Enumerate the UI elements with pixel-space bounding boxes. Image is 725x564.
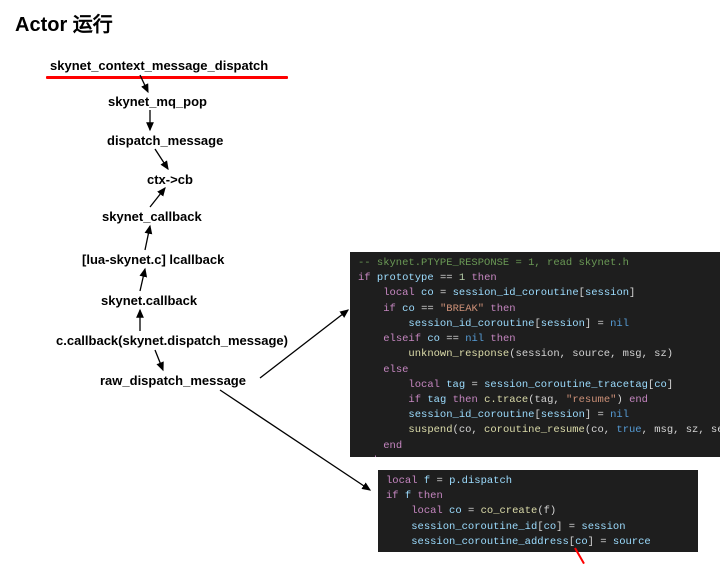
- str: "BREAK": [440, 303, 484, 315]
- fn: co_create: [481, 505, 538, 517]
- var: co: [575, 536, 588, 548]
- var: co: [427, 333, 440, 345]
- node-skynet-callback: skynet_callback: [102, 209, 202, 224]
- node-dispatch-msg: dispatch_message: [107, 133, 223, 148]
- true: true: [616, 424, 641, 436]
- kw-elseif: elseif: [383, 333, 421, 345]
- kw-if: if: [383, 303, 396, 315]
- var: co: [449, 505, 462, 517]
- op: =: [440, 287, 446, 299]
- kw-if: if: [408, 394, 421, 406]
- var: co: [544, 521, 557, 533]
- node-c-callback: c.callback(skynet.dispatch_message): [56, 333, 288, 348]
- op: =: [436, 475, 442, 487]
- num: 1: [459, 272, 465, 284]
- kw-then: then: [472, 272, 497, 284]
- node-mqpop: skynet_mq_pop: [108, 94, 207, 109]
- var: tag: [427, 394, 446, 406]
- kw-then: then: [453, 394, 478, 406]
- args: , msg, sz, ses: [642, 424, 720, 436]
- kw-local: local: [408, 379, 440, 391]
- nil: nil: [610, 318, 629, 330]
- var: session_coroutine_tracetag: [484, 379, 648, 391]
- args: (session, source, msg, sz): [509, 348, 673, 360]
- kw-then: then: [418, 490, 443, 502]
- op: =: [569, 521, 575, 533]
- op: =: [471, 379, 477, 391]
- op: =: [468, 505, 474, 517]
- args: (f): [537, 505, 556, 517]
- var: source: [613, 536, 651, 548]
- var: p.dispatch: [449, 475, 512, 487]
- kw-else: else: [383, 364, 408, 376]
- kw-if: if: [386, 490, 399, 502]
- var: session_coroutine_id: [411, 521, 537, 533]
- kw-then: then: [490, 303, 515, 315]
- var: session: [541, 409, 585, 421]
- str: "resume": [566, 394, 616, 406]
- kw-end: end: [383, 440, 402, 452]
- nil: nil: [610, 409, 629, 421]
- fn: suspend: [408, 424, 452, 436]
- op: =: [597, 318, 603, 330]
- args: (co,: [585, 424, 617, 436]
- op: ==: [421, 303, 434, 315]
- kw-end: end: [629, 394, 648, 406]
- var: session_id_coroutine: [408, 318, 534, 330]
- var: f: [405, 490, 411, 502]
- var: f: [424, 475, 430, 487]
- nil: nil: [465, 333, 484, 345]
- var: session_coroutine_address: [411, 536, 569, 548]
- node-skynet-dot-callback: skynet.callback: [101, 293, 197, 308]
- fn: unknown_response: [408, 348, 509, 360]
- code-block-response: -- skynet.PTYPE_RESPONSE = 1, read skyne…: [350, 252, 720, 457]
- kw-local: local: [411, 505, 443, 517]
- var: tag: [446, 379, 465, 391]
- fn: coroutine_resume: [484, 424, 585, 436]
- fn: c.trace: [484, 394, 528, 406]
- code-block-dispatch: local f = p.dispatch if f then local co …: [378, 470, 698, 552]
- op: =: [597, 409, 603, 421]
- code-comment: -- skynet.PTYPE_RESPONSE = 1, read skyne…: [358, 257, 629, 269]
- var: co: [421, 287, 434, 299]
- kw-local: local: [386, 475, 418, 487]
- args: (tag,: [528, 394, 566, 406]
- paren: ): [616, 394, 622, 406]
- red-underline: [46, 76, 288, 79]
- var: session_id_coroutine: [408, 409, 534, 421]
- kw-local: local: [383, 287, 415, 299]
- var: session: [541, 318, 585, 330]
- kw-end: end: [358, 455, 377, 457]
- node-dispatch: skynet_context_message_dispatch: [50, 58, 268, 73]
- node-lua-lcallback: [lua-skynet.c] lcallback: [82, 252, 224, 267]
- node-raw-dispatch: raw_dispatch_message: [100, 373, 246, 388]
- var: co: [654, 379, 667, 391]
- kw-if: if: [358, 272, 371, 284]
- kw-then: then: [490, 333, 515, 345]
- var: prototype: [377, 272, 434, 284]
- var: session_id_coroutine: [453, 287, 579, 299]
- args: (co,: [453, 424, 485, 436]
- var: co: [402, 303, 415, 315]
- diagram-title: Actor 运行: [15, 8, 113, 37]
- node-ctx-cb: ctx->cb: [147, 172, 193, 187]
- op: ==: [440, 272, 453, 284]
- var: session: [581, 521, 625, 533]
- var: session: [585, 287, 629, 299]
- op: ==: [446, 333, 459, 345]
- op: =: [600, 536, 606, 548]
